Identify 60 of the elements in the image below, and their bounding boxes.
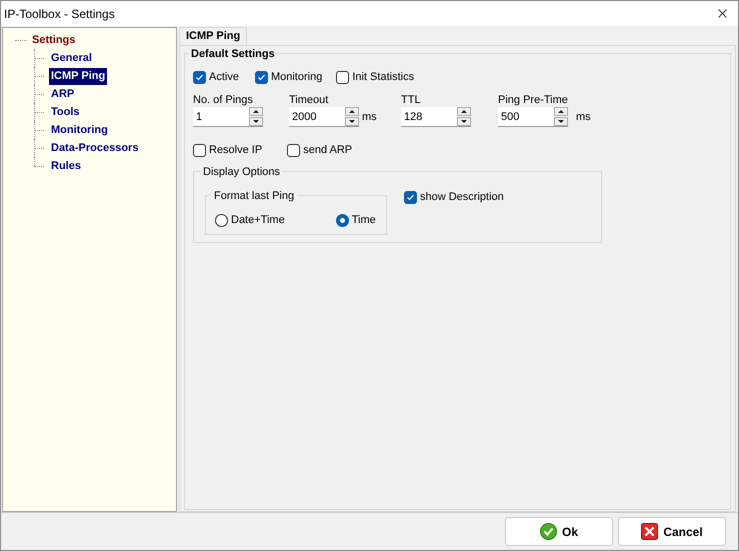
check-icon bbox=[195, 72, 204, 82]
group-title: Display Options bbox=[200, 164, 284, 180]
checkbox-label: Resolve IP bbox=[209, 142, 262, 158]
tree-item[interactable]: Settings bbox=[31, 32, 76, 48]
checkbox-label: Init Statistics bbox=[352, 70, 414, 85]
tree-item[interactable]: ARP bbox=[49, 86, 76, 102]
checkbox[interactable]: Resolve IP bbox=[193, 141, 262, 159]
spin-arrows-icon[interactable] bbox=[249, 107, 263, 126]
check-icon bbox=[406, 192, 415, 202]
field-label: No. of Pings bbox=[193, 93, 254, 107]
spin-field[interactable]: 500 bbox=[498, 107, 568, 127]
spin-arrows-icon[interactable] bbox=[554, 107, 568, 126]
spin-arrows-icon[interactable] bbox=[345, 107, 359, 126]
checkbox[interactable]: Init Statistics bbox=[336, 68, 414, 86]
field-value: 500 bbox=[500, 110, 520, 125]
checkbox-box[interactable] bbox=[193, 144, 206, 156]
checkbox[interactable]: show Description bbox=[404, 188, 504, 206]
group-title: Format last Ping bbox=[211, 188, 298, 204]
checkbox-label: Active bbox=[209, 70, 239, 85]
field-value: 128 bbox=[403, 110, 424, 125]
radio-button[interactable]: Date+Time bbox=[215, 207, 285, 234]
field-value: 1 bbox=[195, 110, 204, 125]
field-label: TTL bbox=[401, 93, 422, 107]
radio-label: Date+Time bbox=[231, 213, 285, 228]
checkbox-label: send ARP bbox=[303, 142, 352, 158]
tree-item[interactable]: Tools bbox=[49, 104, 82, 120]
checkbox[interactable]: send ARP bbox=[287, 141, 352, 159]
field-label: Timeout bbox=[289, 93, 330, 107]
checkbox-box[interactable] bbox=[336, 70, 350, 84]
checkbox-box[interactable] bbox=[287, 144, 300, 156]
group-title: Default Settings bbox=[189, 46, 277, 62]
radio-label: Time bbox=[352, 213, 376, 228]
spin-field[interactable]: 1 bbox=[193, 107, 263, 127]
checkbox-box[interactable] bbox=[193, 70, 206, 84]
cancel-button[interactable]: Cancel bbox=[618, 517, 726, 546]
checkbox-box[interactable] bbox=[254, 70, 268, 84]
tree-item[interactable]: Monitoring bbox=[49, 122, 110, 138]
checkbox[interactable]: Active bbox=[193, 68, 239, 86]
checkbox-label: Monitoring bbox=[270, 70, 322, 85]
field-label: Ping Pre-Time bbox=[498, 93, 569, 107]
tree-item[interactable]: Data-Processors bbox=[49, 140, 140, 156]
tree-item[interactable]: Rules bbox=[49, 158, 83, 174]
ok-button[interactable]: Ok bbox=[505, 517, 613, 546]
checkbox-box[interactable] bbox=[404, 190, 417, 204]
tab[interactable]: ICMP Ping bbox=[179, 27, 248, 45]
close-icon bbox=[641, 523, 658, 540]
tree-item[interactable]: ICMP Ping bbox=[49, 68, 108, 84]
field-value: 2000 bbox=[291, 110, 318, 125]
check-icon bbox=[256, 72, 266, 82]
spin-arrows-icon[interactable] bbox=[457, 107, 471, 126]
unit-label: ms bbox=[362, 110, 377, 125]
window-title: IP-Toolbox - Settings bbox=[4, 6, 115, 22]
spin-field[interactable]: 2000 bbox=[289, 107, 359, 127]
check-icon bbox=[540, 523, 557, 540]
spin-field[interactable]: 128 bbox=[401, 107, 471, 127]
radio-button[interactable]: Time bbox=[336, 207, 376, 234]
tree-item[interactable]: General bbox=[49, 50, 94, 66]
checkbox[interactable]: Monitoring bbox=[254, 68, 322, 86]
checkbox-label: show Description bbox=[420, 190, 504, 205]
unit-label: ms bbox=[576, 110, 591, 125]
